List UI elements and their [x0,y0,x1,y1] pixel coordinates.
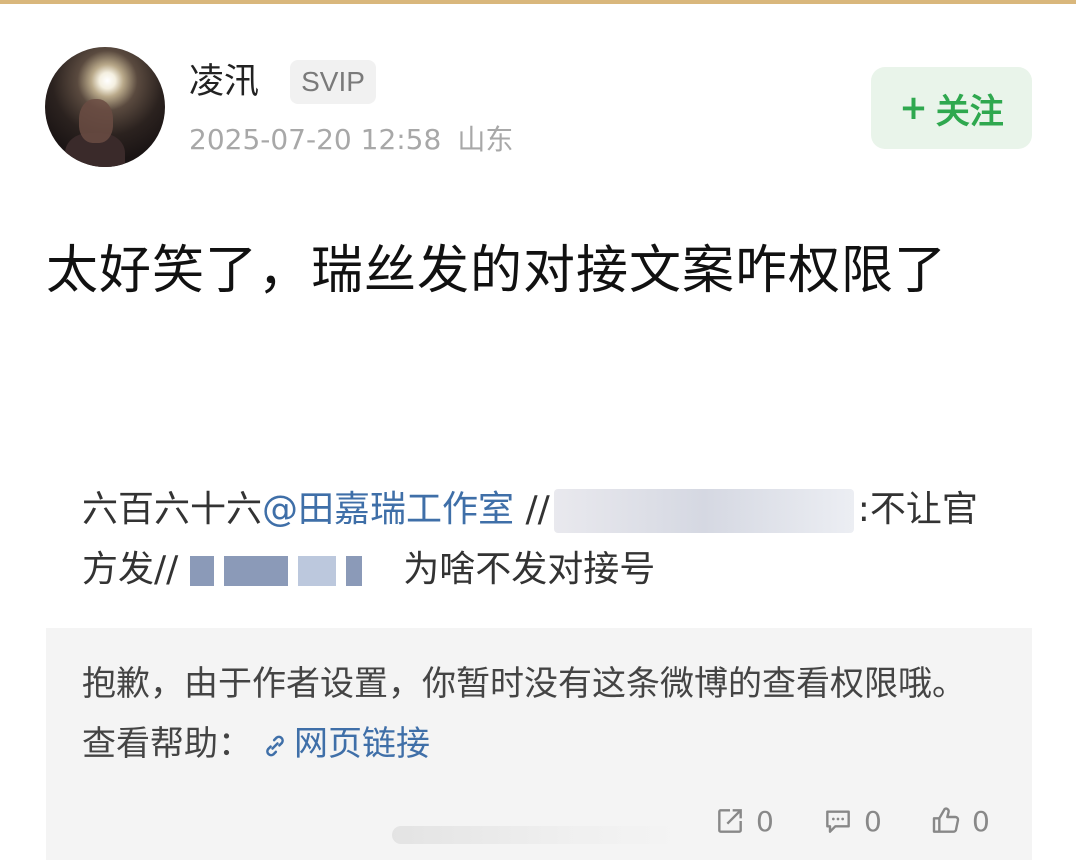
action-bar: 0 0 0 [46,798,1032,844]
top-accent-strip [0,0,1076,4]
pixelated-username-block [189,556,214,586]
share-button[interactable]: 0 [714,798,774,844]
quoted-separator: // [525,489,550,530]
post-text: 太好笑了，瑞丝发的对接文案咋权限了 [46,241,948,301]
thumbs-up-icon [932,807,960,833]
notice-text: 抱歉，由于作者设置，你暂时没有这条微博的查看权限哦。查看帮助： [82,664,966,764]
blurred-username [553,489,854,533]
avatar-hand [79,99,113,143]
follow-button[interactable]: + 关注 [871,67,1032,149]
comment-button[interactable]: 0 [822,798,882,844]
post-meta: 2025-07-20 12:58 山东 [189,122,513,158]
permission-notice-card: 抱歉，由于作者设置，你暂时没有这条微博的查看权限哦。查看帮助： 网页链接 0 0 … [46,628,1032,860]
svip-badge: SVIP [290,60,376,104]
permission-notice: 抱歉，由于作者设置，你暂时没有这条微博的查看权限哦。查看帮助： 网页链接 [82,654,982,774]
comment-icon [826,810,850,833]
pixelated-username-block [345,556,362,586]
quoted-suffix: 为啥不发对接号 [403,549,656,590]
follow-label: 关注 [935,91,1004,132]
web-link[interactable]: 网页链接 [294,724,430,764]
share-icon [718,809,742,833]
mention-link[interactable]: @田嘉瑞工作室 [262,489,514,530]
post-location: 山东 [457,123,514,156]
post-date: 2025-07-20 12:58 [189,123,442,156]
like-button[interactable]: 0 [930,798,990,844]
quoted-prefix: 六百六十六 [82,489,263,530]
plus-icon: + [899,88,928,128]
quoted-repost-text: 六百六十六@田嘉瑞工作室 //:不让官方发// 为啥不发对接号 [82,480,1012,600]
like-count: 0 [972,804,990,838]
username[interactable]: 凌汛 [189,60,259,104]
avatar[interactable] [45,47,165,167]
comment-count: 0 [864,804,882,838]
pixelated-username-block [223,556,288,586]
link-icon [266,735,284,756]
share-count: 0 [756,804,774,838]
quoted-separator-2: // [154,549,179,590]
pixelated-username-block [297,556,336,586]
